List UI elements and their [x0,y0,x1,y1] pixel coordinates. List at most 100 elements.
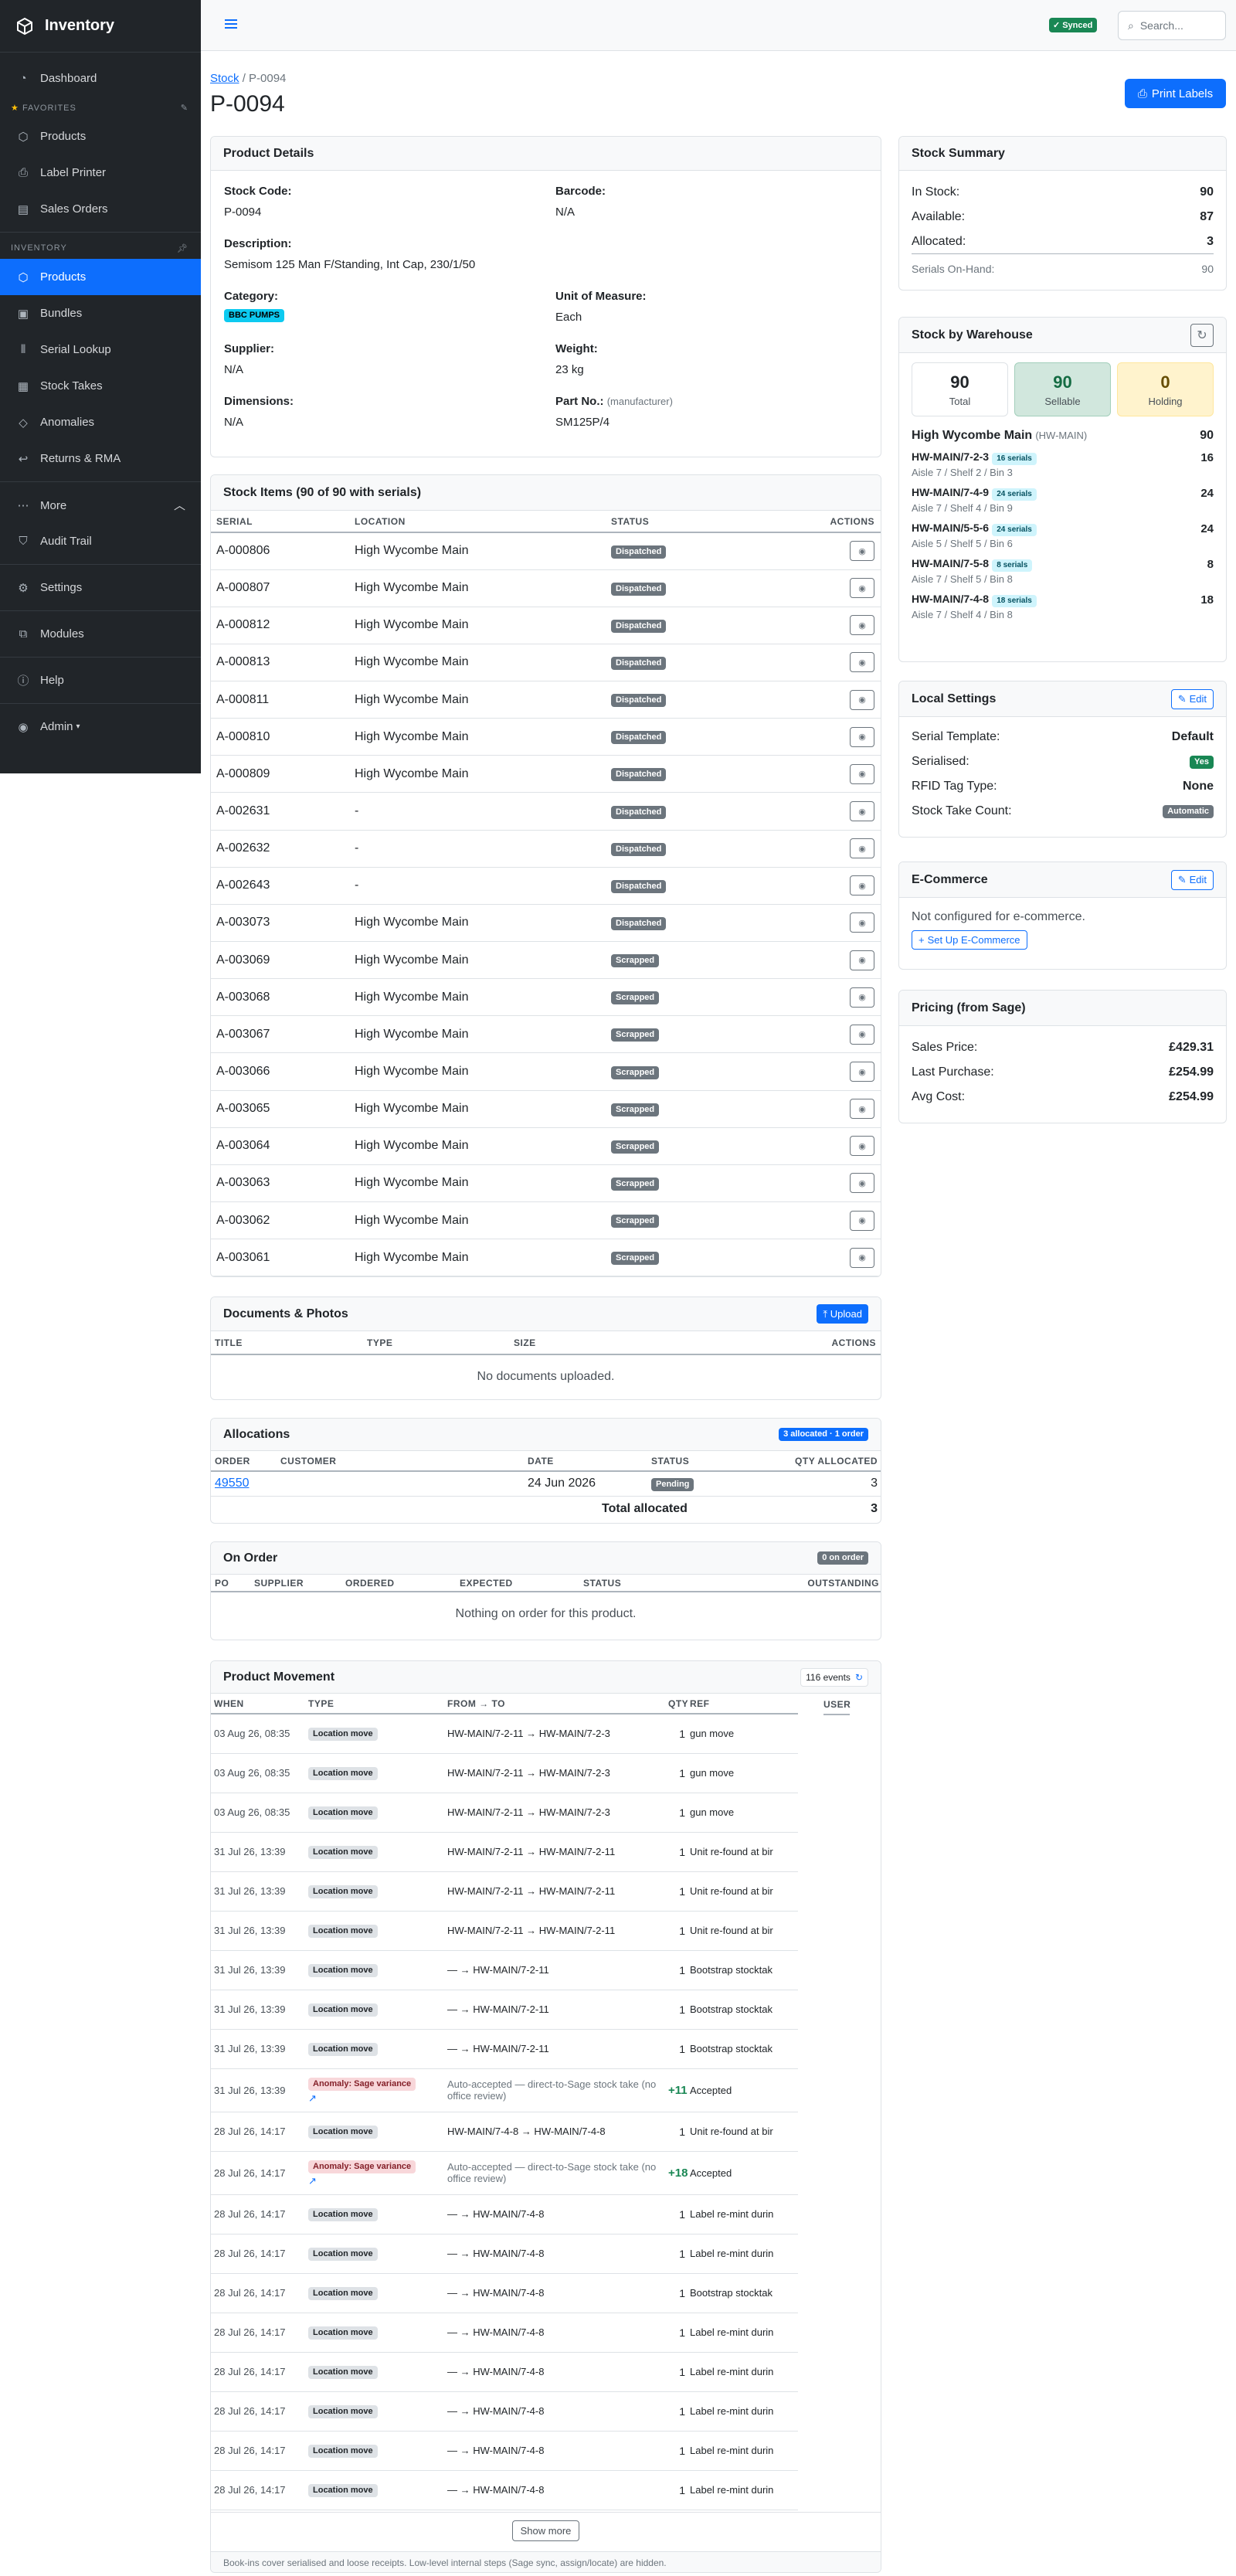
column-header: CUSTOMER [280,1455,337,1466]
view-button[interactable]: ◉ [850,987,874,1008]
refresh-icon[interactable]: ↻ [855,1672,863,1683]
view-button[interactable]: ◉ [850,1173,874,1194]
ref-cell: Bootstrap stocktak [690,2043,772,2054]
sidebar-item-products[interactable]: ⬡ Products [0,259,201,295]
upload-button[interactable]: ⤒ Upload [817,1304,868,1324]
bin-row[interactable]: HW-MAIN/7-5-8 8 serials 8 Aisle 7 / Shelf … [912,557,1214,593]
view-button[interactable]: ◉ [850,875,874,896]
sidebar-item-favorite-products[interactable]: ⬡ Products [0,118,201,155]
bin-row[interactable]: HW-MAIN/7-4-9 24 serials 24 Aisle 7 / Shel… [912,486,1214,522]
divider [0,564,201,565]
sidebar-item-settings[interactable]: ⚙ Settings [0,569,201,606]
weight-label: Weight: [555,342,598,355]
view-button[interactable]: ◉ [850,763,874,784]
type-badge: Location move [308,1964,378,1977]
print-labels-button[interactable]: ⎙ Print Labels [1125,79,1226,108]
view-button[interactable]: ◉ [850,1099,874,1120]
bin-row[interactable]: HW-MAIN/7-4-8 18 serials 18 Aisle 7 / Shel… [912,593,1214,628]
stock-code-value: P-0094 [224,206,262,219]
setup-ecommerce-button[interactable]: + Set Up E-Commerce [912,930,1027,950]
sidebar-item-stock-takes[interactable]: ▦ Stock Takes [0,368,201,404]
show-more-button[interactable]: Show more [511,2520,580,2541]
order-link[interactable]: 49550 [215,1477,250,1490]
view-button[interactable]: ◉ [850,1136,874,1157]
table-row: A-003067 High Wycombe Main Scrapped ◉ [211,1016,881,1053]
sidebar-more-toggle[interactable]: ⋯ More ︿ [0,487,201,523]
table-row: A-003068 High Wycombe Main Scrapped ◉ [211,979,881,1016]
table-row: 28 Jul 26, 14:17 Location move — → HW-MAIN… [211,2194,798,2234]
bin-row[interactable]: HW-MAIN/5-5-6 24 serials 24 Aisle 5 / Shel… [912,522,1214,557]
sidebar-item-help[interactable]: ⓘ Help [0,662,201,698]
card-title: Documents & Photos [223,1307,348,1320]
eye-icon: ◉ [858,658,866,668]
user-menu[interactable]: ◉ Admin ▾ [0,709,201,745]
view-button[interactable]: ◉ [850,689,874,710]
refresh-icon[interactable]: ↻ [1190,323,1214,347]
view-button[interactable]: ◉ [850,838,874,859]
view-button[interactable]: ◉ [850,1247,874,1268]
sidebar-item-dashboard[interactable]: ◔ Dashboard [0,60,201,97]
fromto-cell: — → HW-MAIN/7-4-8 [447,2405,545,2417]
eye-icon: ◉ [858,1253,866,1263]
ref-cell: Label re-mint durin [690,2326,774,2338]
edit-ecommerce-button[interactable]: ✎ Edit [1170,869,1214,890]
sidebar-item-sales-orders[interactable]: ▤ Sales Orders [0,191,201,227]
view-button[interactable]: ◉ [850,726,874,747]
pin-icon[interactable]: 📌︎ [177,243,188,253]
table-row: A-000807 High Wycombe Main Dispatched ◉ [211,569,881,607]
table-row: 28 Jul 26, 14:17 Location move — → HW-MAIN… [211,2234,798,2273]
view-button[interactable]: ◉ [850,912,874,933]
ref-cell: Bootstrap stocktak [690,2003,772,2015]
hamburger-icon[interactable] [222,15,239,32]
search-input[interactable]: ⌕ Search... [1118,11,1226,40]
column-header: SIZE [514,1337,536,1348]
view-button[interactable]: ◉ [850,652,874,673]
status-badge: Dispatched [611,694,667,708]
external-link-icon[interactable]: ↗ [308,2092,444,2105]
pencil-icon[interactable]: ✎ [181,103,188,113]
allocations-badge: 3 allocated · 1 order [779,1428,868,1441]
bin-row[interactable]: HW-MAIN/7-2-3 16 serials 16 Aisle 7 / Shel… [912,450,1214,486]
serial-cell: A-003069 [216,953,270,967]
location-cell: - [355,878,359,892]
serial-cell: A-003068 [216,990,270,1004]
view-button[interactable]: ◉ [850,801,874,822]
table-row: A-002643 - Dispatched ◉ [211,867,881,905]
location-cell: High Wycombe Main [355,766,469,780]
sidebar-item-serial-lookup[interactable]: ⦀ Serial Lookup [0,331,201,368]
sales-price-value: £429.31 [1169,1041,1214,1054]
eye-icon: ◉ [858,1178,866,1188]
edit-settings-button[interactable]: ✎ Edit [1170,688,1214,709]
qty-cell: 1 [679,2286,685,2299]
external-link-icon[interactable]: ↗ [308,2175,444,2187]
sidebar-item-anomalies[interactable]: ◇ Anomalies [0,404,201,440]
sidebar-item-bundles[interactable]: ▣ Bundles [0,295,201,331]
supplier-value: N/A [224,363,244,376]
sidebar-item-audit-trail[interactable]: ⛉ Audit Trail [0,523,201,559]
view-button[interactable]: ◉ [850,1210,874,1231]
weight-value: 23 kg [555,363,584,376]
app-brand[interactable]: Inventory [0,0,201,53]
view-button[interactable]: ◉ [850,541,874,562]
column-header: TYPE [367,1337,393,1348]
sidebar-item-modules[interactable]: ⧉ Modules [0,616,201,652]
column-header: TITLE [215,1337,243,1348]
table-row: 28 Jul 26, 14:17 Location move — → HW-MAIN… [211,2391,798,2431]
status-badge: Dispatched [611,879,667,893]
view-button[interactable]: ◉ [850,615,874,636]
serial-cell: A-000807 [216,581,270,595]
view-button[interactable]: ◉ [850,578,874,599]
card-title: Product Movement [223,1670,335,1684]
type-badge: Location move [308,1806,378,1820]
ref-cell: Label re-mint durin [690,2484,774,2496]
breadcrumb-stock-link[interactable]: Stock [210,72,239,85]
view-button[interactable]: ◉ [850,1024,874,1045]
fromto-cell: HW-MAIN/7-2-11 → HW-MAIN/7-2-11 [447,1885,616,1897]
table-row: 28 Jul 26, 14:17 Location move — → HW-MAIN… [211,2470,798,2510]
view-button[interactable]: ◉ [850,950,874,970]
view-button[interactable]: ◉ [850,1062,874,1082]
card-header: Stock Summary [899,137,1226,171]
sidebar-item-returns[interactable]: ↩ Returns & RMA [0,440,201,477]
sidebar-item-label-printer[interactable]: ⎙ Label Printer [0,155,201,191]
serials-badge: 8 serials [992,559,1033,572]
